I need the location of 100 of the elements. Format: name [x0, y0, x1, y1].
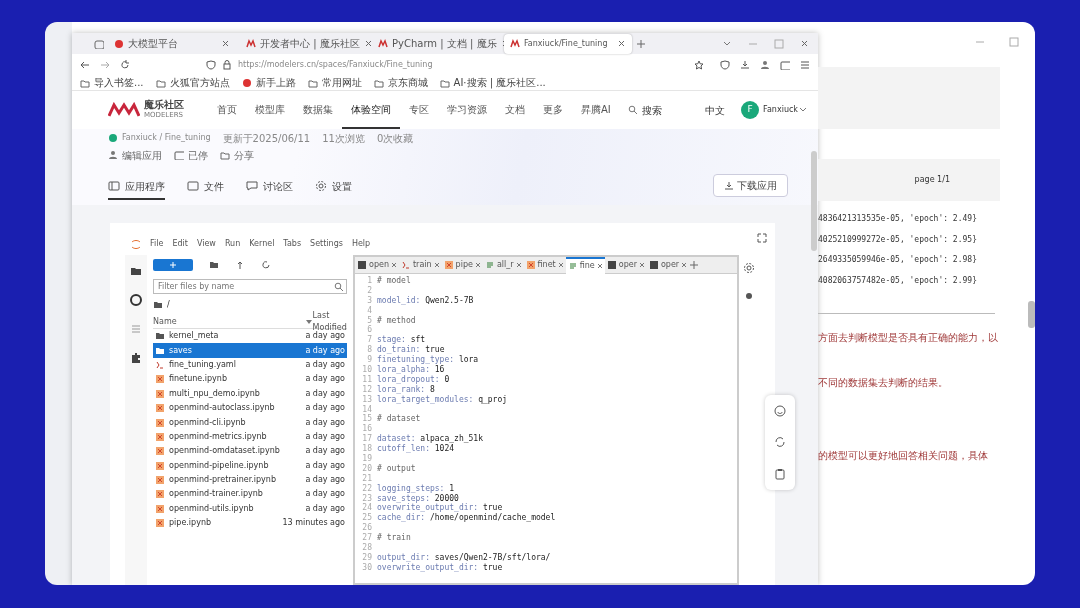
bookmark-link[interactable]: 火狐官方站点 [169, 75, 230, 90]
editor-tab[interactable]: open [355, 256, 399, 274]
refresh-icon[interactable] [774, 436, 786, 449]
menu-item[interactable]: Tabs [283, 238, 302, 250]
user-name[interactable]: Fanxiuck [763, 104, 798, 116]
menu-icon[interactable] [800, 59, 810, 70]
folder-icon[interactable] [153, 300, 163, 310]
file-row[interactable]: multi_npu_demo.ipynb a day ago [153, 386, 347, 401]
add-tab-icon[interactable] [689, 260, 700, 270]
file-row[interactable]: openmind-pipeline.ipynb a day ago [153, 458, 347, 473]
scrollbar-thumb[interactable] [1028, 301, 1035, 328]
menu-item[interactable]: Edit [172, 238, 188, 250]
scrollbar-thumb[interactable] [811, 151, 817, 251]
bookmark-link[interactable]: 京东商城 [387, 75, 428, 90]
file-row[interactable]: openmind-utils.ipynb a day ago [153, 501, 347, 517]
nav-link[interactable]: 文档 [496, 91, 534, 129]
bookmark-link[interactable]: AI·搜索 | 魔乐社区... [453, 75, 546, 90]
modified-text: a day ago [305, 387, 345, 400]
download-icon[interactable] [740, 59, 750, 70]
bookmark-link[interactable]: 常用网址 [321, 75, 362, 90]
column-header[interactable]: Name [153, 315, 177, 328]
smiley-icon[interactable] [774, 404, 786, 417]
file-row[interactable]: fine_tuning.yaml a day ago [153, 357, 347, 373]
new-launcher-button[interactable] [153, 259, 193, 271]
editor-tab[interactable]: pipe [441, 256, 483, 274]
editor-tab[interactable]: oper [646, 256, 690, 274]
file-row[interactable]: pipe.ipynb 13 minutes ago [153, 516, 347, 531]
file-row[interactable]: openmind-autoclass.ipynb a day ago [153, 400, 347, 416]
line-number: 13 [361, 394, 373, 405]
shield-icon[interactable] [720, 59, 730, 70]
modified-text: a day ago [305, 488, 345, 501]
nav-link[interactable]: 昇腾AI [572, 91, 620, 129]
editor-tab[interactable]: finet [523, 256, 566, 274]
search-field[interactable]: 搜索 [641, 102, 662, 118]
space-tab[interactable]: 讨论区 [246, 170, 293, 200]
account-icon[interactable] [760, 59, 770, 70]
code-line: dataset: alpaca_zh_51k [377, 434, 483, 445]
file-row[interactable]: openmind-pretrainer.ipynb a day ago [153, 472, 347, 488]
browser-tab[interactable]: 大模型平台 [108, 33, 236, 54]
nav-link[interactable]: 模型库 [246, 91, 294, 129]
space-tab[interactable]: 文件 [187, 170, 224, 200]
space-tab[interactable]: 设置 [315, 170, 352, 200]
menu-item[interactable]: Settings [310, 238, 343, 250]
file-row[interactable]: saves a day ago [153, 343, 347, 358]
circle-icon [241, 77, 252, 88]
expand-icon[interactable] [757, 233, 767, 243]
menu-item[interactable]: Kernel [249, 238, 275, 250]
language-selector[interactable]: 中文 [705, 102, 726, 118]
menu-item[interactable]: Run [224, 238, 241, 250]
new-tab-icon[interactable] [636, 38, 646, 49]
file-row[interactable]: openmind-cli.ipynb a day ago [153, 415, 347, 430]
path-text[interactable]: / [167, 299, 170, 311]
editor-tab[interactable]: all_r [482, 256, 524, 274]
bookmark-link[interactable]: 新手上路 [255, 75, 296, 90]
nav-link[interactable]: 首页 [208, 91, 246, 129]
line-number: 26 [361, 523, 373, 533]
file-row[interactable]: openmind-trainer.ipynb a day ago [153, 487, 347, 502]
action-link[interactable]: 编辑应用 [122, 147, 162, 163]
url-text[interactable]: https://modelers.cn/spaces/Fanxiuck/Fine_tuning [238, 58, 433, 71]
reload-icon[interactable] [120, 59, 130, 70]
sort-icon[interactable] [304, 317, 313, 326]
folder-icon[interactable] [130, 265, 142, 277]
nav-link[interactable]: 更多 [534, 91, 572, 129]
back-icon[interactable] [80, 59, 90, 70]
puzzle-icon[interactable] [130, 352, 142, 364]
file-row[interactable]: kernel_meta a day ago [153, 329, 347, 344]
star-icon[interactable] [694, 59, 704, 70]
code-line: overwrite_output_dir: true [377, 503, 503, 514]
bookmark-link[interactable]: 导入书签... [94, 75, 144, 90]
editor-tab[interactable]: train [398, 256, 442, 274]
editor-tab[interactable]: fine [565, 256, 605, 274]
line-number: 2 [366, 285, 373, 296]
file-row[interactable]: finetune.ipynb a day ago [153, 372, 347, 387]
clipboard-icon[interactable] [774, 468, 786, 481]
nav-link[interactable]: 学习资源 [438, 91, 496, 129]
menu-item[interactable]: View [196, 238, 216, 250]
action-link[interactable]: 分享 [234, 147, 254, 163]
menu-item[interactable]: File [150, 238, 164, 250]
file-row[interactable]: openmind-omdataset.ipynb a day ago [153, 444, 347, 459]
debugger-icon[interactable] [744, 291, 754, 301]
forward-icon[interactable] [100, 59, 110, 70]
file-row[interactable]: openmind-metrics.ipynb a day ago [153, 429, 347, 445]
menu-item[interactable]: Help [351, 238, 371, 250]
upload-icon[interactable] [235, 260, 245, 270]
browser-tab[interactable]: 开发者中心 | 魔乐社区 [240, 33, 368, 54]
circle-icon [114, 38, 124, 49]
refresh-icon[interactable] [261, 260, 271, 270]
line-number: 14 [361, 404, 373, 414]
download-button[interactable]: 下载应用 [712, 173, 788, 197]
new-folder-icon[interactable] [209, 260, 219, 270]
editor-tab[interactable]: oper [604, 256, 647, 274]
action-link[interactable]: 已停 [188, 147, 208, 163]
running-icon[interactable] [130, 294, 142, 306]
browser-tab[interactable]: Fanxiuck/Fine_tuning [504, 33, 632, 54]
nav-link[interactable]: 专区 [400, 91, 438, 129]
filter-field[interactable]: Filter files by name [153, 279, 347, 294]
tab-list-icon[interactable] [94, 38, 104, 49]
space-tab[interactable]: 应用程序 [108, 170, 165, 200]
nav-link[interactable]: 数据集 [294, 91, 342, 129]
breadcrumb-link[interactable]: Fanxiuck / Fine_tuning [122, 132, 211, 144]
